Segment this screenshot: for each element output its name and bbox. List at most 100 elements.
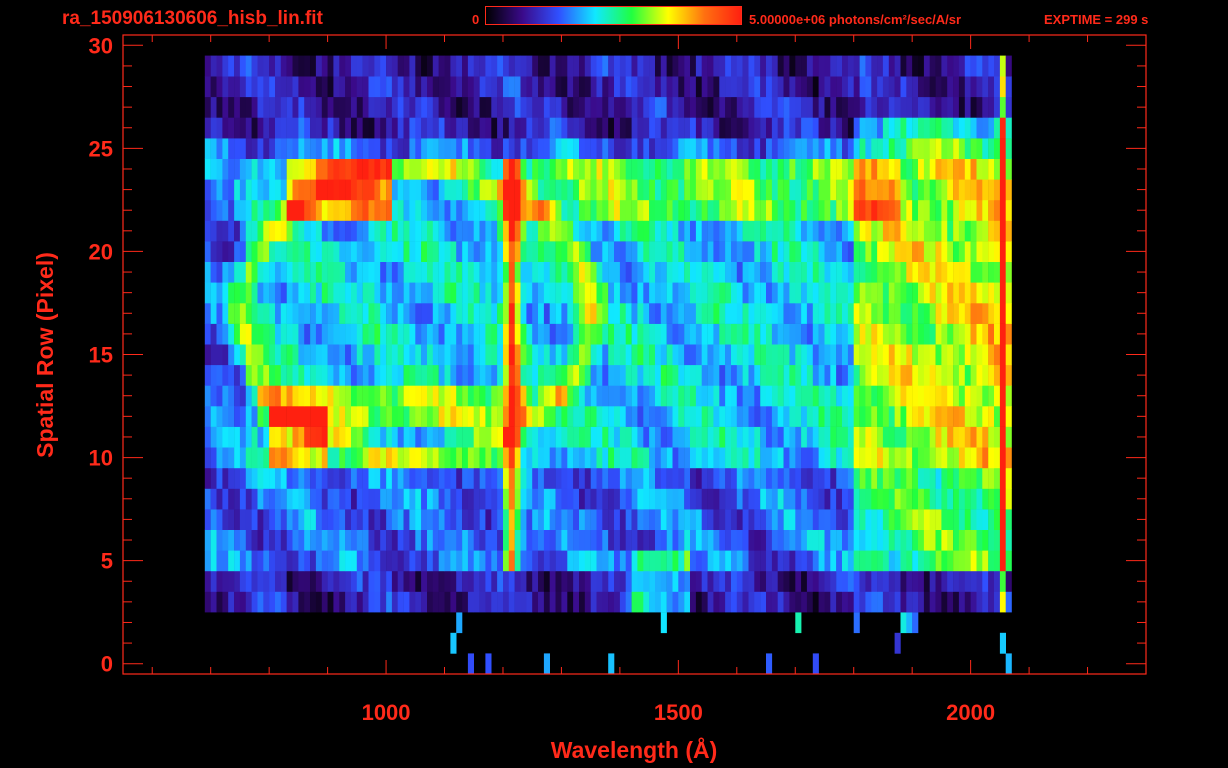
heatmap-cell xyxy=(923,591,930,613)
heatmap-cell xyxy=(415,488,422,510)
heatmap-cell xyxy=(988,138,995,159)
heatmap-cell xyxy=(619,385,626,407)
heatmap-cell xyxy=(204,447,211,469)
heatmap-cell xyxy=(403,199,410,221)
heatmap-cell xyxy=(660,447,667,469)
heatmap-cell xyxy=(795,282,802,304)
heatmap-cell xyxy=(929,55,936,77)
heatmap-cell xyxy=(239,385,246,407)
heatmap-cell xyxy=(760,138,767,159)
heatmap-cell xyxy=(795,406,802,427)
heatmap-cell xyxy=(614,179,621,201)
heatmap-cell xyxy=(263,282,270,304)
heatmap-cell xyxy=(1005,55,1012,77)
heatmap-cell xyxy=(760,158,767,180)
heatmap-cell xyxy=(894,591,901,613)
heatmap-cell xyxy=(462,241,469,262)
heatmap-cell xyxy=(462,282,469,304)
heatmap-cell xyxy=(982,220,989,242)
heatmap-cell xyxy=(725,117,732,139)
heatmap-cell xyxy=(538,385,545,407)
heatmap-cell xyxy=(970,447,977,469)
heatmap-cell xyxy=(941,529,948,551)
heatmap-cell xyxy=(982,199,989,221)
heatmap-cell xyxy=(275,76,282,98)
heatmap-cell xyxy=(953,158,960,180)
heatmap-cell xyxy=(356,426,363,448)
heatmap-cell xyxy=(228,344,235,366)
heatmap-cell xyxy=(228,96,235,118)
heatmap-cell xyxy=(877,447,884,469)
heatmap-cell xyxy=(871,529,878,551)
heatmap-cell xyxy=(970,550,977,572)
heatmap-cell xyxy=(666,220,673,242)
heatmap-cell xyxy=(608,653,615,675)
heatmap-cell xyxy=(731,385,738,407)
heatmap-cell xyxy=(766,344,773,366)
heatmap-cell xyxy=(789,344,796,366)
heatmap-cell xyxy=(713,220,720,242)
heatmap-cell xyxy=(292,447,299,469)
heatmap-cell xyxy=(649,426,656,448)
heatmap-cell xyxy=(479,488,486,510)
heatmap-cell xyxy=(561,529,568,551)
heatmap-cell xyxy=(719,220,726,242)
heatmap-cell xyxy=(795,199,802,221)
heatmap-cell xyxy=(374,570,381,592)
heatmap-cell xyxy=(491,467,498,489)
heatmap-cell xyxy=(672,364,679,386)
heatmap-cell xyxy=(806,138,813,159)
heatmap-cell xyxy=(806,199,813,221)
heatmap-cell xyxy=(666,570,673,592)
heatmap-cell xyxy=(783,406,790,427)
heatmap-cell xyxy=(479,138,486,159)
heatmap-cell xyxy=(210,117,217,139)
heatmap-cell xyxy=(701,220,708,242)
heatmap-cell xyxy=(847,138,854,159)
heatmap-cell xyxy=(216,323,223,345)
heatmap-cell xyxy=(918,509,925,530)
heatmap-cell xyxy=(614,488,621,510)
heatmap-cell xyxy=(596,406,603,427)
heatmap-cell xyxy=(432,96,439,118)
heatmap-cell xyxy=(368,529,375,551)
heatmap-cell xyxy=(269,179,276,201)
heatmap-cell xyxy=(543,323,550,345)
heatmap-cell xyxy=(824,241,831,262)
heatmap-cell xyxy=(339,529,346,551)
heatmap-cell xyxy=(795,117,802,139)
heatmap-cell xyxy=(561,96,568,118)
heatmap-cell xyxy=(713,591,720,613)
heatmap-cell xyxy=(543,509,550,530)
heatmap-cell xyxy=(497,303,504,324)
heatmap-cell xyxy=(503,220,510,242)
heatmap-cell xyxy=(719,179,726,201)
heatmap-cell xyxy=(508,220,515,242)
heatmap-cell xyxy=(637,199,644,221)
heatmap-cell xyxy=(982,344,989,366)
heatmap-cell xyxy=(806,426,813,448)
heatmap-cell xyxy=(806,220,813,242)
heatmap-cell xyxy=(362,55,369,77)
heatmap-cell xyxy=(467,426,474,448)
heatmap-cell xyxy=(427,344,434,366)
heatmap-cell xyxy=(549,529,556,551)
heatmap-cell xyxy=(292,550,299,572)
heatmap-cell xyxy=(602,488,609,510)
heatmap-cell xyxy=(853,241,860,262)
heatmap-cell xyxy=(245,76,252,98)
heatmap-cell xyxy=(555,241,562,262)
heatmap-cell xyxy=(783,241,790,262)
heatmap-cell xyxy=(783,426,790,448)
heatmap-cell xyxy=(678,96,685,118)
heatmap-cell xyxy=(432,591,439,613)
heatmap-cell xyxy=(532,158,539,180)
heatmap-cell xyxy=(1005,447,1012,469)
heatmap-cell xyxy=(356,96,363,118)
heatmap-cell xyxy=(403,158,410,180)
heatmap-cell xyxy=(538,529,545,551)
heatmap-cell xyxy=(456,550,463,572)
heatmap-cell xyxy=(871,385,878,407)
heatmap-cell xyxy=(649,199,656,221)
heatmap-cell xyxy=(456,138,463,159)
